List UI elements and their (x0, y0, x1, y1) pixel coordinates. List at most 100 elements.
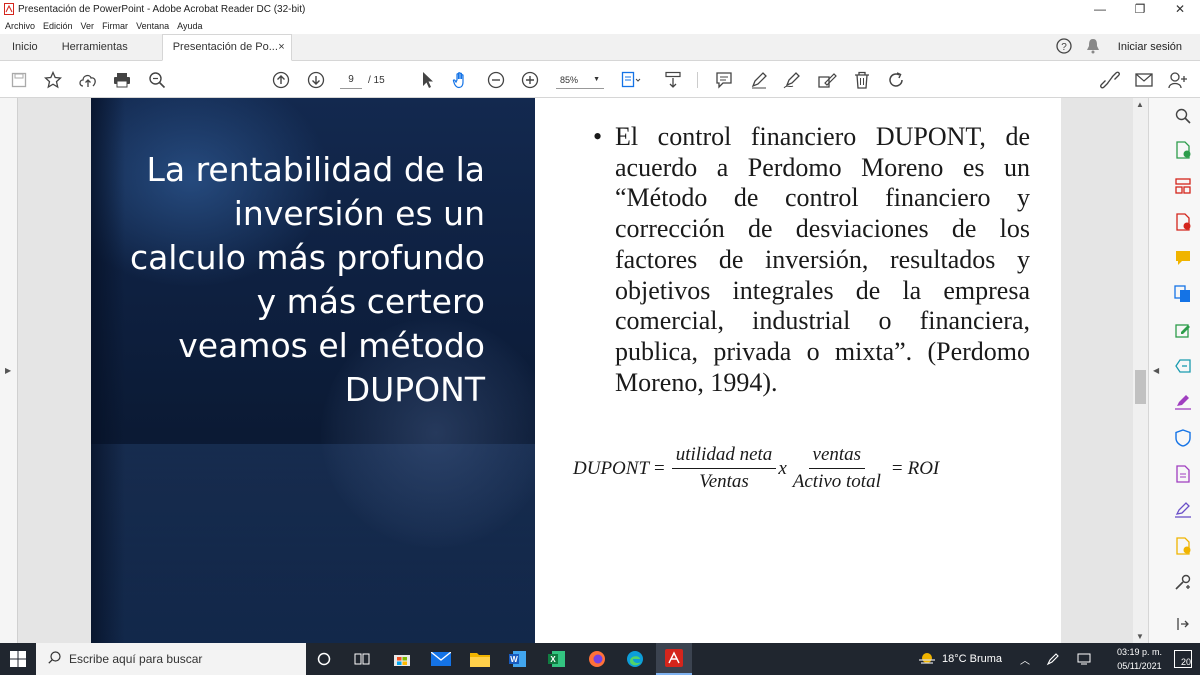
system-clock[interactable]: 03:19 p. m. 05/11/2021 (1117, 645, 1162, 673)
cortana-icon[interactable] (312, 647, 336, 671)
rotate-icon[interactable] (885, 69, 907, 91)
next-page-icon[interactable] (305, 69, 327, 91)
star-icon[interactable] (42, 69, 64, 91)
delete-trash-icon[interactable] (851, 69, 873, 91)
store-icon[interactable] (390, 647, 414, 671)
notification-center-icon[interactable]: 20 (1174, 650, 1192, 668)
select-cursor-icon[interactable] (416, 69, 438, 91)
tray-chevron-icon[interactable]: ︿ (1020, 643, 1030, 675)
toolbar-separator (697, 72, 698, 88)
menu-archivo[interactable]: Archivo (5, 21, 35, 31)
start-button[interactable] (0, 643, 36, 675)
svg-text:?: ? (1061, 42, 1067, 53)
draw-freehand-icon[interactable] (782, 69, 804, 91)
forms-icon[interactable] (1173, 464, 1193, 484)
clock-date: 05/11/2021 (1117, 661, 1162, 671)
tab-home[interactable]: Inicio (0, 34, 50, 61)
organize-pages-icon[interactable] (1173, 176, 1193, 196)
slide-bullet-text: • El control financiero DUPONT, de acuer… (593, 122, 1030, 398)
close-window-button[interactable]: ✕ (1160, 2, 1200, 16)
expand-left-pane-icon[interactable]: ▶ (5, 366, 11, 375)
formula-times: x (778, 457, 787, 479)
search-zoom-icon[interactable] (1173, 106, 1193, 126)
page-total: / 15 (368, 74, 385, 86)
minimize-button[interactable]: — (1080, 2, 1120, 16)
fit-page-icon[interactable] (620, 69, 642, 91)
tab-tools[interactable]: Herramientas (50, 34, 140, 61)
tab-close-button[interactable]: × (278, 41, 284, 53)
zoom-out-icon[interactable] (485, 69, 507, 91)
tab-document[interactable]: Presentación de Po... × (161, 33, 292, 61)
more-tools-icon[interactable] (1173, 572, 1193, 592)
formula-equals-2: = (891, 457, 903, 479)
share-link-icon[interactable] (1099, 69, 1121, 91)
clock-time: 03:19 p. m. (1116, 647, 1162, 657)
word-icon[interactable]: W (506, 647, 530, 671)
slide-title: La rentabilidad de la inversión es un ca… (129, 150, 485, 409)
page-navigator: 9 / 15 (340, 71, 385, 89)
acrobat-taskbar-icon[interactable] (656, 643, 692, 675)
menu-edicion[interactable]: Edición (43, 21, 73, 31)
scroll-up-icon[interactable]: ▲ (1136, 100, 1144, 109)
add-user-icon[interactable] (1167, 69, 1189, 91)
scrollbar-thumb[interactable] (1135, 370, 1146, 404)
comment-tool-icon[interactable] (1173, 248, 1193, 268)
collapse-right-pane-icon[interactable]: ◀ (1153, 366, 1159, 375)
hand-tool-icon[interactable] (450, 69, 472, 91)
file-explorer-icon[interactable] (468, 647, 492, 671)
mail-icon[interactable] (429, 647, 453, 671)
protect-shield-icon[interactable] (1173, 428, 1193, 448)
create-pdf-icon[interactable] (1173, 212, 1193, 232)
upload-cloud-icon[interactable] (77, 69, 99, 91)
edit-pdf-icon[interactable] (1173, 320, 1193, 340)
scroll-down-icon[interactable]: ▼ (1136, 632, 1144, 641)
window-titlebar: Presentación de PowerPoint - Adobe Acrob… (0, 0, 1200, 18)
combine-files-icon[interactable] (1173, 284, 1193, 304)
fraction-1-denominator: Ventas (699, 471, 749, 492)
find-zoom-icon[interactable] (146, 69, 168, 91)
vertical-scrollbar[interactable]: ▲ ▼ (1133, 98, 1148, 643)
dupont-formula: DUPONT = utilidad neta Ventas x ventas A… (573, 444, 939, 493)
fill-sign-icon[interactable] (816, 69, 838, 91)
windows-logo-icon (10, 651, 26, 667)
comment-icon[interactable] (713, 69, 735, 91)
help-icon[interactable]: ? (1056, 37, 1072, 57)
previous-page-icon[interactable] (270, 69, 292, 91)
menu-ayuda[interactable]: Ayuda (177, 21, 202, 31)
excel-icon[interactable]: X (545, 647, 569, 671)
menu-ventana[interactable]: Ventana (136, 21, 169, 31)
export-pdf-icon[interactable] (1173, 140, 1193, 160)
fill-sign-tool-icon[interactable] (1173, 392, 1193, 412)
print-icon[interactable] (111, 69, 133, 91)
menu-firmar[interactable]: Firmar (102, 21, 128, 31)
formula-lhs: DUPONT (573, 457, 650, 479)
highlight-pen-icon[interactable] (748, 69, 770, 91)
weather-widget[interactable]: 18°C Bruma (918, 643, 1002, 675)
zoom-in-icon[interactable] (519, 69, 541, 91)
save-icon[interactable] (8, 69, 30, 91)
collapse-panel-icon[interactable] (1173, 614, 1193, 634)
maximize-button[interactable]: ❐ (1120, 2, 1160, 16)
signin-button[interactable]: Iniciar sesión (1118, 41, 1182, 53)
page-number-input[interactable]: 9 (340, 71, 362, 89)
pen-tray-icon[interactable] (1046, 643, 1060, 675)
left-navigation-strip[interactable]: ▶ (0, 98, 18, 643)
formula-fraction-2: ventas Activo total (789, 444, 885, 493)
scan-ocr-icon[interactable] (1173, 356, 1193, 376)
zoom-select[interactable]: 85% ▼ (556, 71, 604, 89)
bell-icon[interactable] (1086, 38, 1100, 57)
bullet-body: El control financiero DUPONT, de acuerdo… (615, 122, 1030, 397)
acrobat-icon (4, 3, 14, 15)
email-icon[interactable] (1133, 69, 1155, 91)
weather-fog-icon (918, 651, 936, 668)
request-signature-icon[interactable] (1173, 500, 1193, 520)
send-for-review-icon[interactable] (1173, 536, 1193, 556)
network-tray-icon[interactable] (1077, 643, 1091, 675)
taskbar-search-box[interactable]: Escribe aquí para buscar (36, 643, 306, 675)
task-view-icon[interactable] (350, 647, 374, 671)
menu-ver[interactable]: Ver (81, 21, 95, 31)
notification-count: 20 (1180, 657, 1191, 667)
edge-icon[interactable] (623, 647, 647, 671)
scroll-mode-icon[interactable] (662, 69, 684, 91)
firefox-icon[interactable] (585, 647, 609, 671)
